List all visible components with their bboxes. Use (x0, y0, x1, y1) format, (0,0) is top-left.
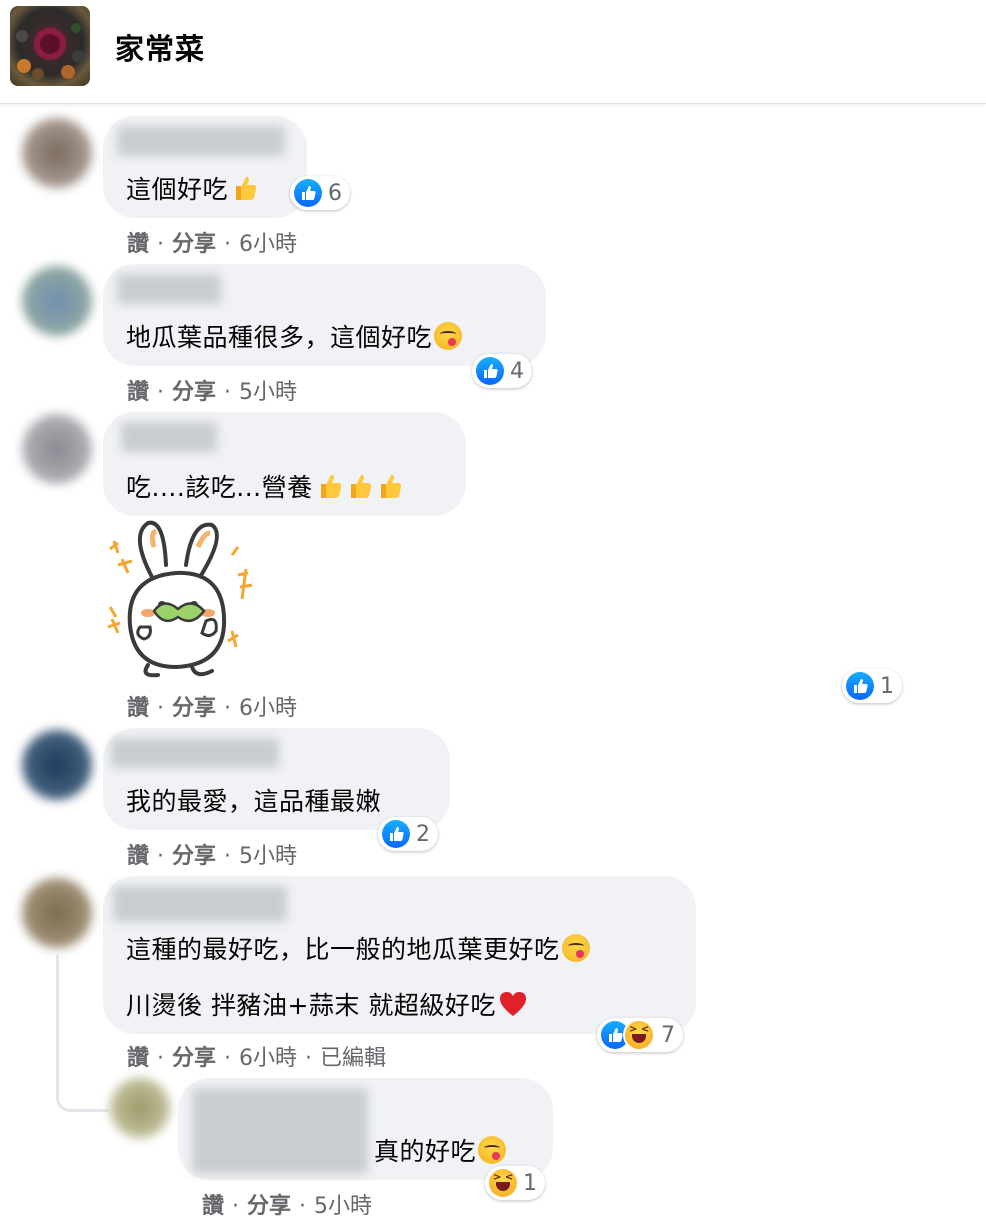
comment-bubble: 地瓜葉品種很多，這個好吃 (103, 264, 546, 366)
reaction-summary[interactable]: 7 (597, 1018, 683, 1052)
avatar[interactable] (22, 266, 92, 336)
commenter-name[interactable] (117, 126, 285, 156)
edited-label[interactable]: 已編輯 (320, 1046, 386, 1071)
commenter-name[interactable] (192, 1088, 368, 1174)
share-link[interactable]: 分享 (172, 380, 216, 405)
share-link[interactable]: 分享 (172, 844, 216, 869)
comment-actions: 讚 · 分享 · 5小時 (127, 380, 298, 405)
avatar[interactable] (22, 414, 92, 484)
like-link[interactable]: 讚 (127, 232, 149, 257)
like-link[interactable]: 讚 (127, 844, 149, 869)
comment-text-line-2: 川燙後 拌豬油+蒜末 就超級好吃 (126, 986, 528, 1022)
like-reaction-icon (846, 672, 874, 700)
comment-bubble: 這個好吃 (103, 116, 307, 218)
reaction-summary[interactable]: 1 (842, 669, 902, 703)
share-link[interactable]: 分享 (172, 1046, 216, 1071)
reaction-count: 1 (523, 1170, 537, 1196)
comment-bubble: 真的好吃 (178, 1078, 553, 1180)
reply-thread-line (56, 955, 109, 1112)
like-reaction-icon (294, 179, 322, 207)
yum-face-emoji-icon (561, 934, 590, 962)
comment-text: 我的最愛，這品種最嫩 (126, 787, 382, 816)
like-link[interactable]: 讚 (127, 696, 149, 721)
group-header: 家常菜 (0, 0, 986, 104)
share-link[interactable]: 分享 (172, 696, 216, 721)
reaction-summary[interactable]: 2 (378, 817, 438, 851)
timestamp[interactable]: 6小時 (239, 232, 297, 257)
comment-bubble: 吃....該吃...營養 (103, 412, 466, 516)
rabbit-eating-leaf-sticker[interactable] (100, 515, 265, 680)
reaction-summary[interactable]: 1 (485, 1166, 545, 1200)
reaction-summary[interactable]: 4 (472, 354, 532, 388)
timestamp[interactable]: 6小時 (239, 696, 297, 721)
timestamp[interactable]: 5小時 (239, 844, 297, 869)
reaction-count: 7 (661, 1022, 675, 1048)
avatar[interactable] (110, 1078, 170, 1138)
comment-text: 真的好吃 (374, 1132, 507, 1168)
thumbs-up-emoji-icon (350, 474, 371, 498)
haha-reaction-icon (623, 1019, 655, 1051)
thumbs-up-emoji-icon (236, 176, 257, 200)
share-link[interactable]: 分享 (247, 1194, 291, 1219)
like-reaction-icon (382, 820, 410, 848)
commenter-name[interactable] (117, 274, 221, 304)
reaction-summary[interactable]: 6 (290, 176, 350, 210)
reaction-count: 4 (510, 358, 524, 384)
thumbs-up-emoji-icon (380, 474, 401, 498)
commenter-name[interactable] (113, 886, 287, 922)
avatar[interactable] (22, 118, 92, 188)
yum-face-emoji-icon (434, 322, 463, 350)
commenter-name[interactable] (121, 422, 217, 452)
comment-text: 地瓜葉品種很多，這個好吃 (126, 318, 463, 354)
comment-bubble: 這種的最好吃，比一般的地瓜葉更好吃 川燙後 拌豬油+蒜末 就超級好吃 (103, 876, 696, 1034)
comment-actions: 讚 · 分享 · 6小時 (127, 232, 298, 257)
comment-actions: 讚 · 分享 · 5小時 (127, 844, 298, 869)
comment-actions: 讚 · 分享 · 6小時 · 已編輯 (127, 1046, 387, 1071)
reaction-count: 6 (328, 180, 342, 206)
timestamp[interactable]: 5小時 (314, 1194, 372, 1219)
timestamp[interactable]: 6小時 (239, 1046, 297, 1071)
like-link[interactable]: 讚 (127, 380, 149, 405)
red-heart-emoji-icon (499, 992, 526, 1016)
comment-text: 吃....該吃...營養 (126, 468, 403, 504)
comment-actions: 讚 · 分享 · 6小時 (127, 696, 298, 721)
commenter-name[interactable] (111, 738, 279, 768)
comment-bubble: 我的最愛，這品種最嫩 (103, 728, 450, 830)
like-reaction-icon (476, 357, 504, 385)
reaction-count: 1 (880, 673, 894, 699)
thumbs-up-emoji-icon (320, 474, 341, 498)
avatar[interactable] (22, 730, 92, 800)
haha-reaction-icon (489, 1169, 517, 1197)
group-avatar[interactable] (10, 6, 90, 86)
share-link[interactable]: 分享 (172, 232, 216, 257)
group-title[interactable]: 家常菜 (115, 26, 205, 68)
like-link[interactable]: 讚 (202, 1194, 224, 1219)
comment-text-line-1: 這種的最好吃，比一般的地瓜葉更好吃 (126, 930, 590, 966)
yum-face-emoji-icon (478, 1136, 507, 1164)
comment-text: 這個好吃 (126, 170, 258, 206)
comment-actions: 讚 · 分享 · 5小時 (202, 1194, 373, 1219)
reaction-count: 2 (416, 821, 430, 847)
like-link[interactable]: 讚 (127, 1046, 149, 1071)
timestamp[interactable]: 5小時 (239, 380, 297, 405)
avatar[interactable] (22, 878, 92, 948)
